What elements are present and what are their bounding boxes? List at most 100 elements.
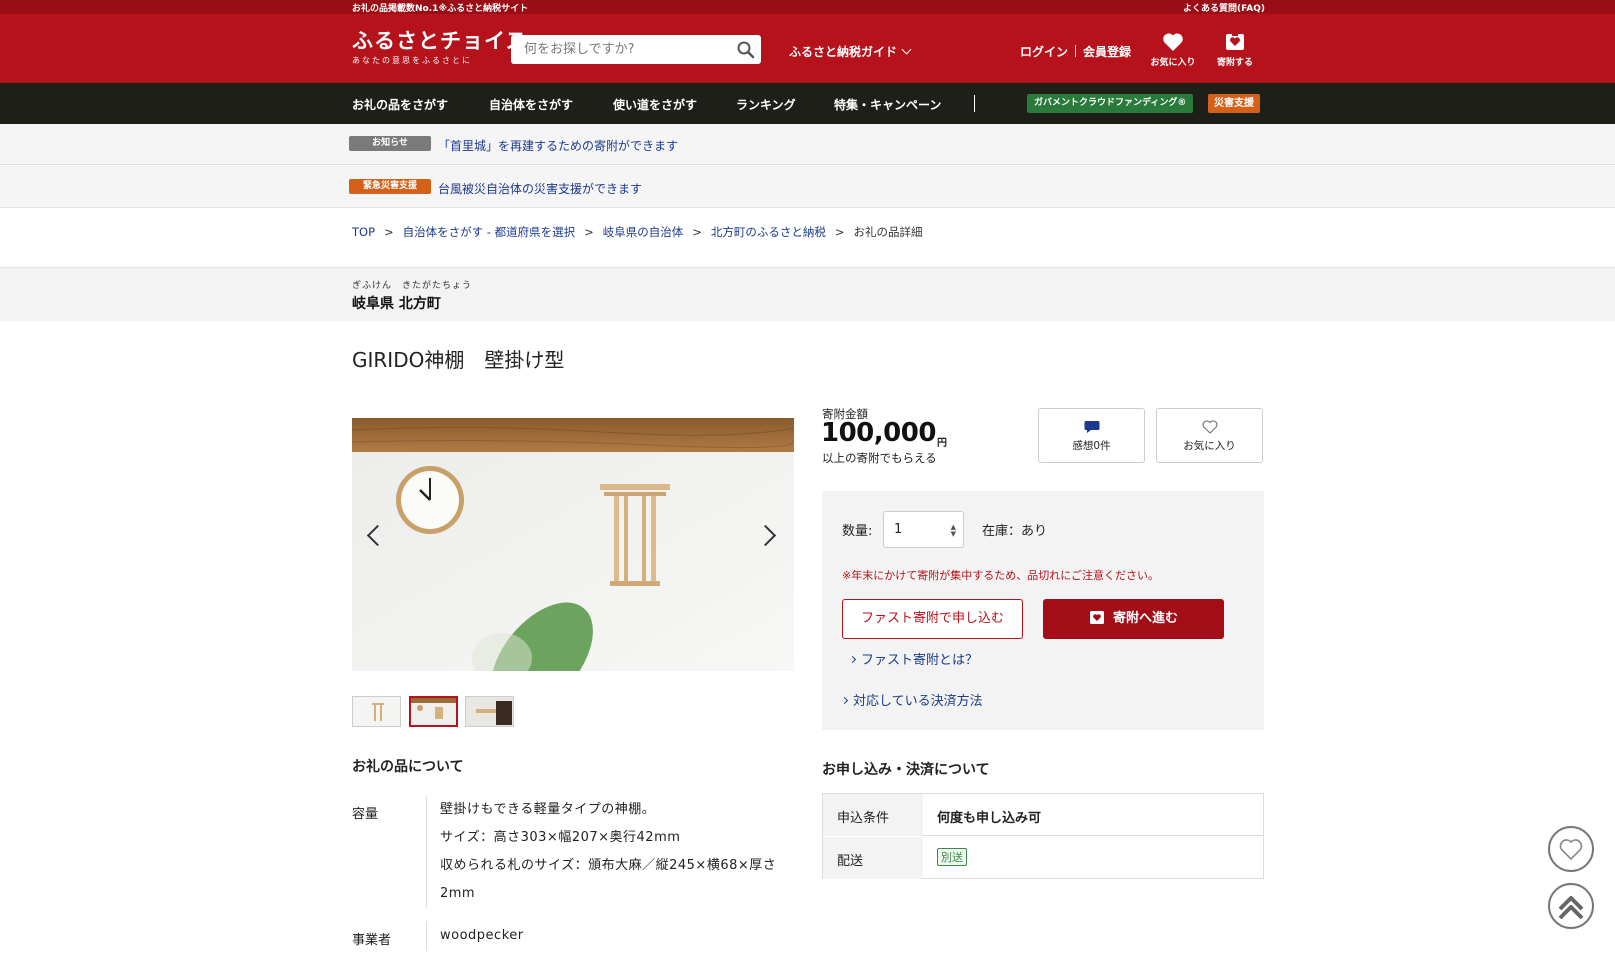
- favorite-label: お気に入り: [1183, 440, 1236, 452]
- breadcrumb-gifu[interactable]: 岐阜県の自治体: [603, 225, 684, 239]
- guide-label: ふるさと納税ガイド: [789, 45, 898, 59]
- donate-box-icon: [1089, 611, 1104, 624]
- spec-value-vendor: woodpecker: [440, 922, 790, 950]
- quantity-value: 1: [894, 522, 903, 537]
- chevron-right-icon: [848, 655, 857, 664]
- breadcrumb-sep: >: [692, 225, 702, 239]
- chevron-right-icon: [840, 696, 849, 705]
- table-row: 配送 別送: [823, 837, 1263, 879]
- floating-favorite-button[interactable]: [1548, 826, 1594, 872]
- product-title: GIRIDO神棚 壁掛け型: [352, 348, 565, 372]
- site-logo[interactable]: ふるさとチョイス あなたの意思をふるさとに: [352, 30, 527, 66]
- proceed-donate-label: 寄附へ進む: [1112, 611, 1178, 626]
- quantity-select[interactable]: 1 ▲ ▼: [883, 511, 964, 548]
- spec-line: サイズ：高さ303×幅207×奥行42mm: [440, 830, 681, 845]
- spec-line: 収められる札のサイズ：頒布大麻／縦245×横68×厚さ2mm: [440, 858, 777, 901]
- breadcrumb-current: お礼の品詳細: [853, 225, 923, 239]
- condition-value: 何度も申し込み可: [937, 811, 1042, 826]
- disaster-tag: 緊急災害支援: [349, 179, 431, 194]
- proceed-donate-button[interactable]: 寄附へ進む: [1043, 599, 1224, 639]
- nav-item-municipalities[interactable]: 自治体をさがす: [489, 96, 573, 113]
- order-panel: 数量: 1 ▲ ▼ 在庫：あり ※年末にかけて寄附が集中するため、品切れにご注意く…: [822, 491, 1264, 730]
- scroll-to-top-button[interactable]: [1548, 883, 1594, 929]
- chevron-up-icon: [1558, 896, 1584, 920]
- guide-menu[interactable]: ふるさと納税ガイド: [789, 43, 912, 60]
- chevron-down-icon: [901, 44, 912, 55]
- search-input[interactable]: [511, 35, 721, 64]
- breadcrumb-sep: >: [584, 225, 594, 239]
- thumbnail[interactable]: [465, 696, 514, 727]
- fast-donate-info-label: ファスト寄附とは？: [861, 653, 979, 668]
- stock-status: 在庫：あり: [982, 524, 1048, 539]
- main-nav: お礼の品をさがす 自治体をさがす 使い道をさがす ランキング 特集・キャンペーン…: [0, 83, 1615, 124]
- heart-outline-icon: [1559, 839, 1583, 861]
- login-link[interactable]: ログイン: [1020, 45, 1068, 59]
- nav-item-gifts[interactable]: お礼の品をさがす: [352, 96, 448, 113]
- spec-label-capacity: 容量: [352, 807, 379, 822]
- gcf-badge[interactable]: ガバメントクラウドファンディング®: [1027, 94, 1194, 113]
- breadcrumb-sep: >: [384, 225, 394, 239]
- conditions-table: 申込条件 何度も申し込み可 配送 別送: [822, 793, 1264, 879]
- shipping-badge: 別送: [937, 848, 967, 866]
- header-favorite-button[interactable]: お気に入り: [1148, 32, 1198, 68]
- table-row: 申込条件 何度も申し込み可: [823, 794, 1263, 836]
- notice-link[interactable]: 「首里城」を再建するための寄附ができます: [438, 137, 678, 154]
- disaster-notice-bar: 緊急災害支援 台風被災自治体の災害支援ができます: [0, 166, 1615, 208]
- speech-bubble-icon: [1084, 421, 1099, 433]
- quantity-label: 数量:: [842, 524, 873, 539]
- conditions-heading: お申し込み・決済について: [822, 762, 990, 778]
- nav-item-uses[interactable]: 使い道をさがす: [613, 96, 697, 113]
- faq-link[interactable]: よくある質問(FAQ): [1183, 1, 1265, 14]
- thumbnail[interactable]: [352, 696, 401, 727]
- product-photo: [352, 418, 794, 671]
- heart-outline-icon: [1202, 420, 1217, 434]
- municipality-ruby: ぎふけん きたがたちょう: [352, 281, 473, 291]
- top-strip: お礼の品掲載数No.1※ふるさと納税サイト よくある質問(FAQ): [0, 0, 1615, 14]
- notice-bar: お知らせ 「首里城」を再建するための寄附ができます: [0, 124, 1615, 165]
- disaster-notice-link[interactable]: 台風被災自治体の災害支援ができます: [438, 180, 642, 197]
- breadcrumb-prefecture[interactable]: 自治体をさがす - 都道府県を選択: [403, 225, 575, 239]
- breadcrumb-top[interactable]: TOP: [352, 225, 375, 239]
- notice-tag: お知らせ: [349, 136, 431, 151]
- municipality-band: ぎふけん きたがたちょう 岐阜県 北方町: [0, 267, 1615, 321]
- shipping-key: 配送: [823, 837, 923, 879]
- tagline: お礼の品掲載数No.1※ふるさと納税サイト: [352, 4, 529, 14]
- nav-divider: [974, 95, 975, 112]
- vendor-name: woodpecker: [440, 928, 524, 943]
- price-note: 以上の寄附でもらえる: [822, 451, 937, 465]
- fast-donate-button[interactable]: ファスト寄附で申し込む: [842, 599, 1023, 639]
- favorite-button[interactable]: お気に入り: [1156, 408, 1263, 463]
- donate-box-icon: [1226, 34, 1244, 50]
- breadcrumb-kitagata[interactable]: 北方町のふるさと納税: [711, 225, 826, 239]
- spec-divider: [426, 922, 427, 950]
- reviews-button[interactable]: 感想0件: [1038, 408, 1145, 463]
- reviews-label: 感想0件: [1072, 440, 1111, 452]
- spec-line: 壁掛けもできる軽量タイプの神棚。: [440, 802, 656, 817]
- price-unit: 円: [937, 438, 947, 449]
- spec-divider: [426, 796, 427, 908]
- header-donate-label: 寄附する: [1216, 58, 1253, 68]
- register-link[interactable]: 会員登録: [1083, 45, 1131, 59]
- nav-item-features[interactable]: 特集・キャンペーン: [834, 96, 941, 113]
- heart-icon: [1163, 33, 1183, 51]
- product-image-carousel[interactable]: [352, 418, 794, 671]
- header-donate-button[interactable]: 寄附する: [1210, 32, 1260, 68]
- disaster-support-badge[interactable]: 災害支援: [1208, 94, 1260, 113]
- search-icon[interactable]: [736, 40, 756, 60]
- stock-warning: ※年末にかけて寄附が集中するため、品切れにご注意ください。: [842, 569, 1159, 582]
- municipality-name[interactable]: 岐阜県 北方町: [352, 293, 441, 313]
- condition-key: 申込条件: [823, 794, 923, 836]
- price-value: 100,000: [821, 418, 936, 448]
- header-favorite-label: お気に入り: [1150, 58, 1196, 68]
- spec-value-capacity: 壁掛けもできる軽量タイプの神棚。 サイズ：高さ303×幅207×奥行42mm 収…: [440, 796, 790, 908]
- payment-methods-link[interactable]: 対応している決済方法: [840, 690, 983, 709]
- payment-methods-label: 対応している決済方法: [853, 694, 983, 709]
- fast-donate-info-link[interactable]: ファスト寄附とは？: [848, 649, 979, 668]
- about-heading: お礼の品について: [352, 759, 464, 775]
- logo-text: ふるさとチョイス: [352, 28, 528, 53]
- thumbnail-selected[interactable]: [409, 696, 458, 727]
- logo-subtext: あなたの意思をふるさとに: [352, 56, 472, 65]
- select-arrows-icon: ▲ ▼: [950, 523, 956, 538]
- nav-item-ranking[interactable]: ランキング: [736, 96, 796, 113]
- site-header: ふるさとチョイス あなたの意思をふるさとに ふるさと納税ガイド ログイン 会員登録…: [0, 14, 1615, 83]
